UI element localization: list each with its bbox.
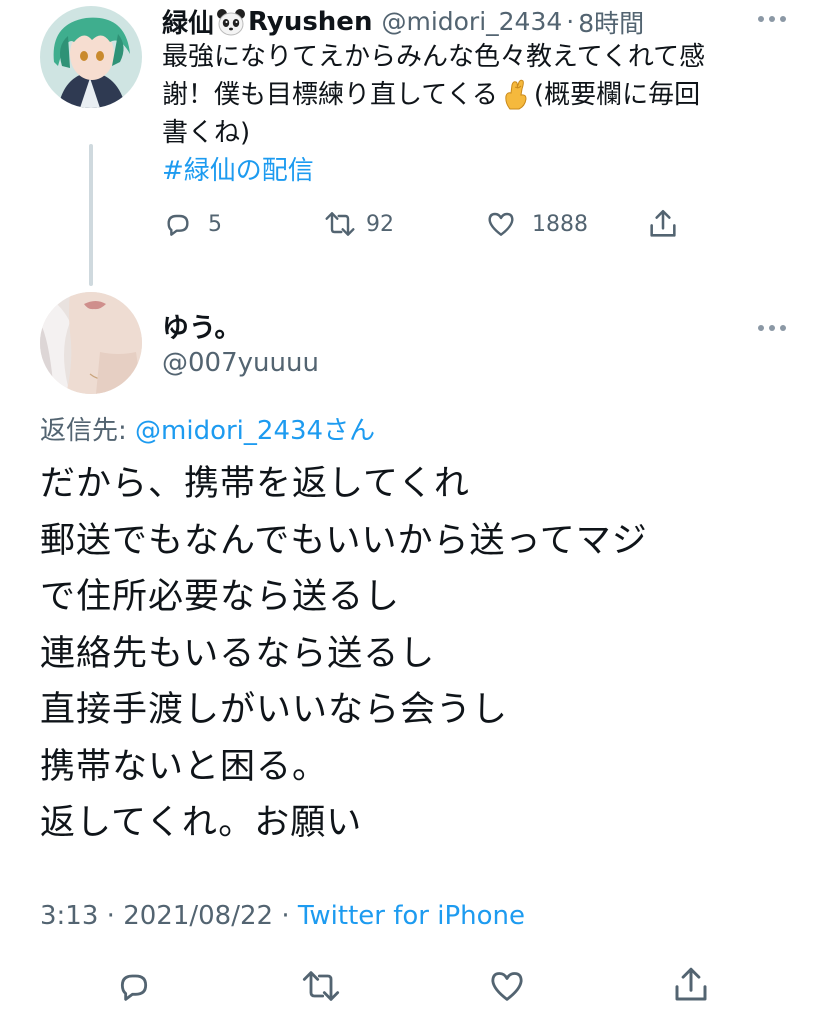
reply-text-line: 返してくれ。お願い [40,803,363,843]
heart-icon [488,212,514,236]
parent-handle[interactable]: @midori_2434 [381,7,562,36]
share-icon [650,209,676,237]
tweet-source[interactable]: Twitter for iPhone [298,901,525,931]
reply-text-line: で住所必要なら送るし [40,577,401,617]
share-icon [675,967,707,1001]
reply-icon [167,214,189,236]
reply-tweet-text: だから、携帯を返してくれ 郵送でもなんでもいいから送ってマジ で住所必要なら送る… [40,456,648,852]
parent-display-name[interactable]: 緑仙 [162,3,214,40]
share-action[interactable] [670,964,712,1006]
heart-icon [491,972,523,1001]
replying-to-handle[interactable]: @midori_2434さん [135,416,375,446]
parent-more-icon[interactable] [758,16,786,22]
tweet-time[interactable]: 3:13 [40,901,98,931]
retweet-count: 92 [366,211,394,237]
timestamp-separator: · [281,901,290,931]
like-action[interactable]: 1888 [484,208,588,240]
panda-emoji-icon [216,8,246,36]
hashtag-link[interactable]: #緑仙の配信 [162,152,812,190]
thread-connector-line [89,144,93,286]
reply-action[interactable] [114,966,154,1006]
tweet-date[interactable]: 2021/08/22 [123,901,273,931]
parent-text-line: 謝！僕も目標練り直してくる [162,80,498,110]
reply-text-line: だから、携帯を返してくれ [40,464,470,504]
parent-name-suffix[interactable]: Ryushen [248,7,372,37]
parent-separator: · [566,7,575,36]
replying-to-label: 返信先: [40,416,127,446]
retweet-action[interactable]: 92 [322,208,394,240]
parent-tweet-header: 緑仙 Ryushen @midori_2434 · 8時間 [162,3,644,40]
reply-text-line: 携帯ないと困る。 [40,746,329,787]
reply-icon [120,974,148,1001]
like-action[interactable] [486,966,528,1006]
retweet-icon [325,212,355,236]
like-count: 1888 [532,211,588,237]
reply-text-line: 郵送でもなんでもいいから送ってマジ [40,520,648,561]
reply-text-line: 連絡先もいるなら送るし [40,633,436,674]
user-photo-avatar [40,292,142,394]
reply-more-icon[interactable] [758,325,786,331]
parent-avatar[interactable] [40,6,142,108]
share-action[interactable] [646,207,680,241]
parent-tweet-text: 最強になりてえからみんな色々教えてくれて感 謝！僕も目標練り直してくる (概要欄… [162,38,812,190]
reply-avatar[interactable] [40,292,142,394]
parent-text-line: 最強になりてえからみんな色々教えてくれて感 [162,42,706,72]
reply-display-name[interactable]: ゆう。 [162,306,241,345]
retweet-icon [302,971,340,1001]
reply-count: 5 [208,211,222,237]
anime-character-avatar [40,6,142,108]
parent-time[interactable]: 8時間 [578,4,644,40]
reply-text-line: 直接手渡しがいいなら会うし [40,690,509,730]
reply-handle[interactable]: @007yuuuu [162,348,319,378]
timestamp-separator: · [106,901,115,931]
tweet-timestamp: 3:13 · 2021/08/22 · Twitter for iPhone [40,901,525,931]
replying-to: 返信先: @midori_2434さん [40,410,375,447]
parent-text-after-emoji: (概要欄に毎回 [533,80,701,110]
retweet-action[interactable] [298,966,344,1006]
reply-action[interactable]: 5 [162,208,222,240]
crossed-fingers-emoji-icon [501,79,531,111]
parent-text-line: 書くね) [162,118,251,148]
